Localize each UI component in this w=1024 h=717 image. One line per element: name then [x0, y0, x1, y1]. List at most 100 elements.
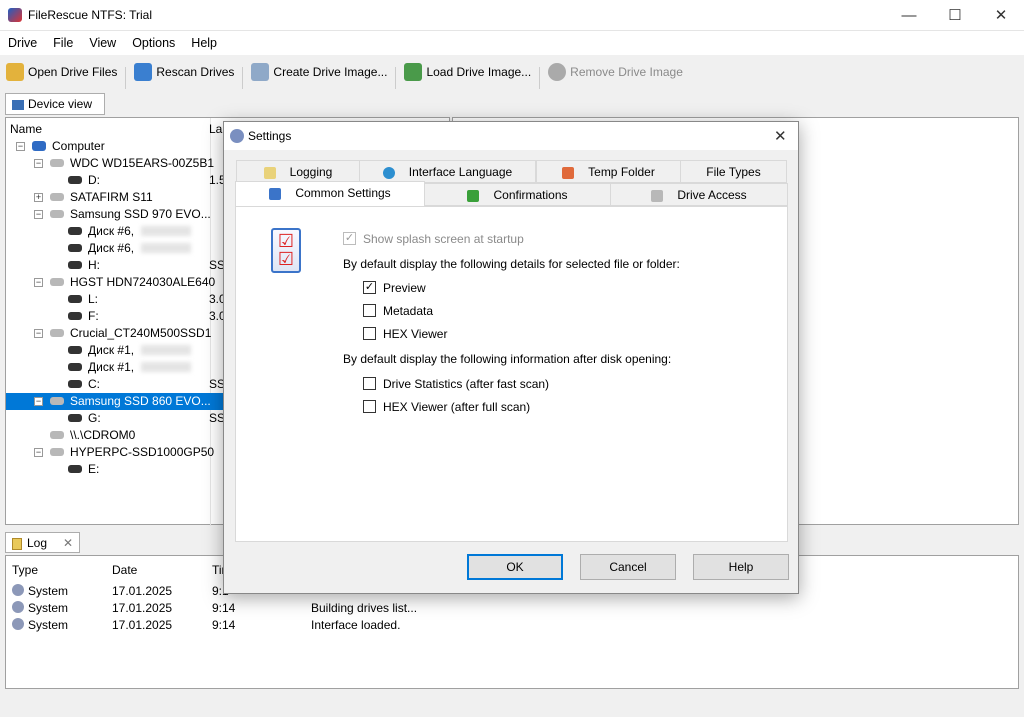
tree-item[interactable]: E:: [6, 461, 226, 478]
tree-item[interactable]: \\.\CDROM0: [6, 427, 226, 444]
toolbar-button-create-drive-image[interactable]: Create Drive Image...: [245, 58, 393, 86]
tree-item-label: SATAFIRM S11: [70, 190, 153, 204]
toolbar-button-label: Open Drive Files: [28, 65, 118, 79]
menu-view[interactable]: View: [81, 31, 124, 50]
checkbox-label: Metadata: [383, 304, 434, 318]
tab-label: Interface Language: [408, 165, 513, 179]
log-row[interactable]: System 17.01.2025 9:14 Building drives list…: [6, 599, 1016, 616]
help-button[interactable]: Help: [693, 554, 789, 580]
tree-item-label: L:: [88, 292, 99, 306]
ok-button[interactable]: OK: [467, 554, 563, 580]
section-label-after-open: By default display the following informa…: [343, 352, 672, 366]
checkbox-label: HEX Viewer: [383, 327, 448, 341]
tree-item[interactable]: Диск #1,: [6, 342, 226, 359]
menu-help[interactable]: Help: [183, 31, 225, 50]
collapse-icon[interactable]: −: [34, 448, 43, 457]
checkbox-show-splash-screen-at-startup[interactable]: ✓: [343, 232, 356, 245]
collapse-icon[interactable]: −: [34, 397, 43, 406]
checkbox-preview[interactable]: ✓: [363, 281, 376, 294]
tab-device-view[interactable]: Device view: [5, 93, 105, 115]
folder-icon: [6, 63, 24, 81]
tree-item[interactable]: − WDC WD15EARS-00Z5B1: [6, 155, 226, 172]
log-row[interactable]: System 17.01.2025 9:14 Interface loaded.: [6, 616, 1016, 633]
checkbox-metadata[interactable]: [363, 304, 376, 317]
partition-icon: [68, 227, 82, 235]
toolbar-separator: [125, 66, 127, 89]
toolbar-button-load-drive-image[interactable]: Load Drive Image...: [398, 58, 537, 86]
toolbar-button-label: Load Drive Image...: [426, 65, 532, 79]
tree-item[interactable]: Диск #6,: [6, 223, 226, 240]
tree-item[interactable]: − HGST HDN724030ALE640: [6, 274, 226, 291]
tree-item-label: H:: [88, 258, 100, 272]
tab-drive-access[interactable]: Drive Access: [610, 183, 788, 206]
tree-item[interactable]: − Crucial_CT240M500SSD1: [6, 325, 226, 342]
tab-interface-language[interactable]: Interface Language: [359, 160, 536, 183]
tab-content-common-settings: ☑ ☑ ✓ Show splash screen at startup By defa…: [235, 206, 788, 542]
redacted-text: [141, 345, 191, 355]
tree-item[interactable]: D: 1.5: [6, 172, 226, 189]
collapse-icon[interactable]: −: [34, 329, 43, 338]
tab-label: Log: [27, 536, 48, 550]
tab-logging[interactable]: Logging: [236, 160, 360, 183]
checkbox-label: HEX Viewer (after full scan): [383, 400, 531, 414]
drive-icon: [651, 189, 664, 202]
tree-item[interactable]: + SATAFIRM S11: [6, 189, 226, 206]
section-label-details: By default display the following details…: [343, 257, 680, 271]
tree-item-label: G:: [88, 411, 101, 425]
column-header-type[interactable]: Type: [12, 563, 38, 577]
column-header-date[interactable]: Date: [112, 563, 137, 577]
tree-item-label: C:: [88, 377, 100, 391]
cancel-button[interactable]: Cancel: [580, 554, 676, 580]
tree-item[interactable]: − Samsung SSD 970 EVO...: [6, 206, 226, 223]
settings-icon: [230, 129, 244, 143]
tree-item[interactable]: − Computer: [6, 138, 226, 155]
tab-common-settings[interactable]: Common Settings: [235, 181, 425, 206]
partition-icon: [68, 465, 82, 473]
title-bar: FileRescue NTFS: Trial — ☐ ✕: [0, 0, 1024, 31]
tree-item[interactable]: C: SSI: [6, 376, 228, 393]
tree-item[interactable]: G: SSI: [6, 410, 228, 427]
checkbox-drive-statistics-after-fast-scan[interactable]: [363, 377, 376, 390]
minimize-button[interactable]: —: [886, 0, 932, 31]
tab-log[interactable]: Log ✕: [5, 532, 80, 553]
collapse-icon[interactable]: −: [34, 210, 43, 219]
close-log-icon[interactable]: ✕: [63, 536, 73, 550]
tab-label: Temp Folder: [588, 165, 655, 179]
tree-item[interactable]: F: 3.0: [6, 308, 226, 325]
menu-file[interactable]: File: [45, 31, 81, 50]
tree-item[interactable]: Диск #1,: [6, 359, 226, 376]
logging-icon: [263, 166, 276, 179]
tree-item[interactable]: H: SSI: [6, 257, 228, 274]
tree-item-label: Computer: [52, 139, 105, 153]
collapse-icon[interactable]: −: [34, 159, 43, 168]
tree-item[interactable]: Диск #6,: [6, 240, 226, 257]
collapse-icon[interactable]: −: [16, 142, 25, 151]
computer-icon: [32, 141, 46, 151]
toolbar-button-rescan-drives[interactable]: Rescan Drives: [128, 58, 240, 86]
checkbox-hex-viewer-after-full-scan[interactable]: [363, 400, 376, 413]
menu-drive[interactable]: Drive: [0, 31, 45, 50]
system-icon: [12, 618, 24, 630]
tree-item[interactable]: − Samsung SSD 860 EVO...: [6, 393, 226, 410]
tree-item[interactable]: L: 3.0: [6, 291, 226, 308]
tree-item-label: D:: [88, 173, 100, 187]
column-header-name[interactable]: Name: [10, 122, 42, 136]
drive-icon: [50, 431, 64, 439]
expand-icon[interactable]: +: [34, 193, 43, 202]
dialog-close-button[interactable]: ✕: [774, 127, 787, 145]
collapse-icon[interactable]: −: [34, 278, 43, 287]
tree-item[interactable]: − HYPERPC-SSD1000GP50: [6, 444, 226, 461]
log-type: System: [28, 618, 69, 632]
close-button[interactable]: ✕: [978, 0, 1024, 31]
tab-temp-folder[interactable]: Temp Folder: [536, 160, 681, 183]
toolbar-button-remove-drive-image[interactable]: Remove Drive Image: [542, 58, 689, 86]
log-time: 9:14: [212, 601, 236, 615]
toolbar-button-open-drive-files[interactable]: Open Drive Files: [0, 58, 123, 86]
tab-file-types[interactable]: File Types: [680, 160, 787, 183]
log-message: Building drives list...: [311, 601, 418, 615]
maximize-button[interactable]: ☐: [932, 0, 978, 31]
checkbox-hex-viewer[interactable]: [363, 327, 376, 340]
menu-options[interactable]: Options: [124, 31, 183, 50]
tab-confirmations[interactable]: Confirmations: [424, 183, 611, 206]
partition-icon: [68, 346, 82, 354]
